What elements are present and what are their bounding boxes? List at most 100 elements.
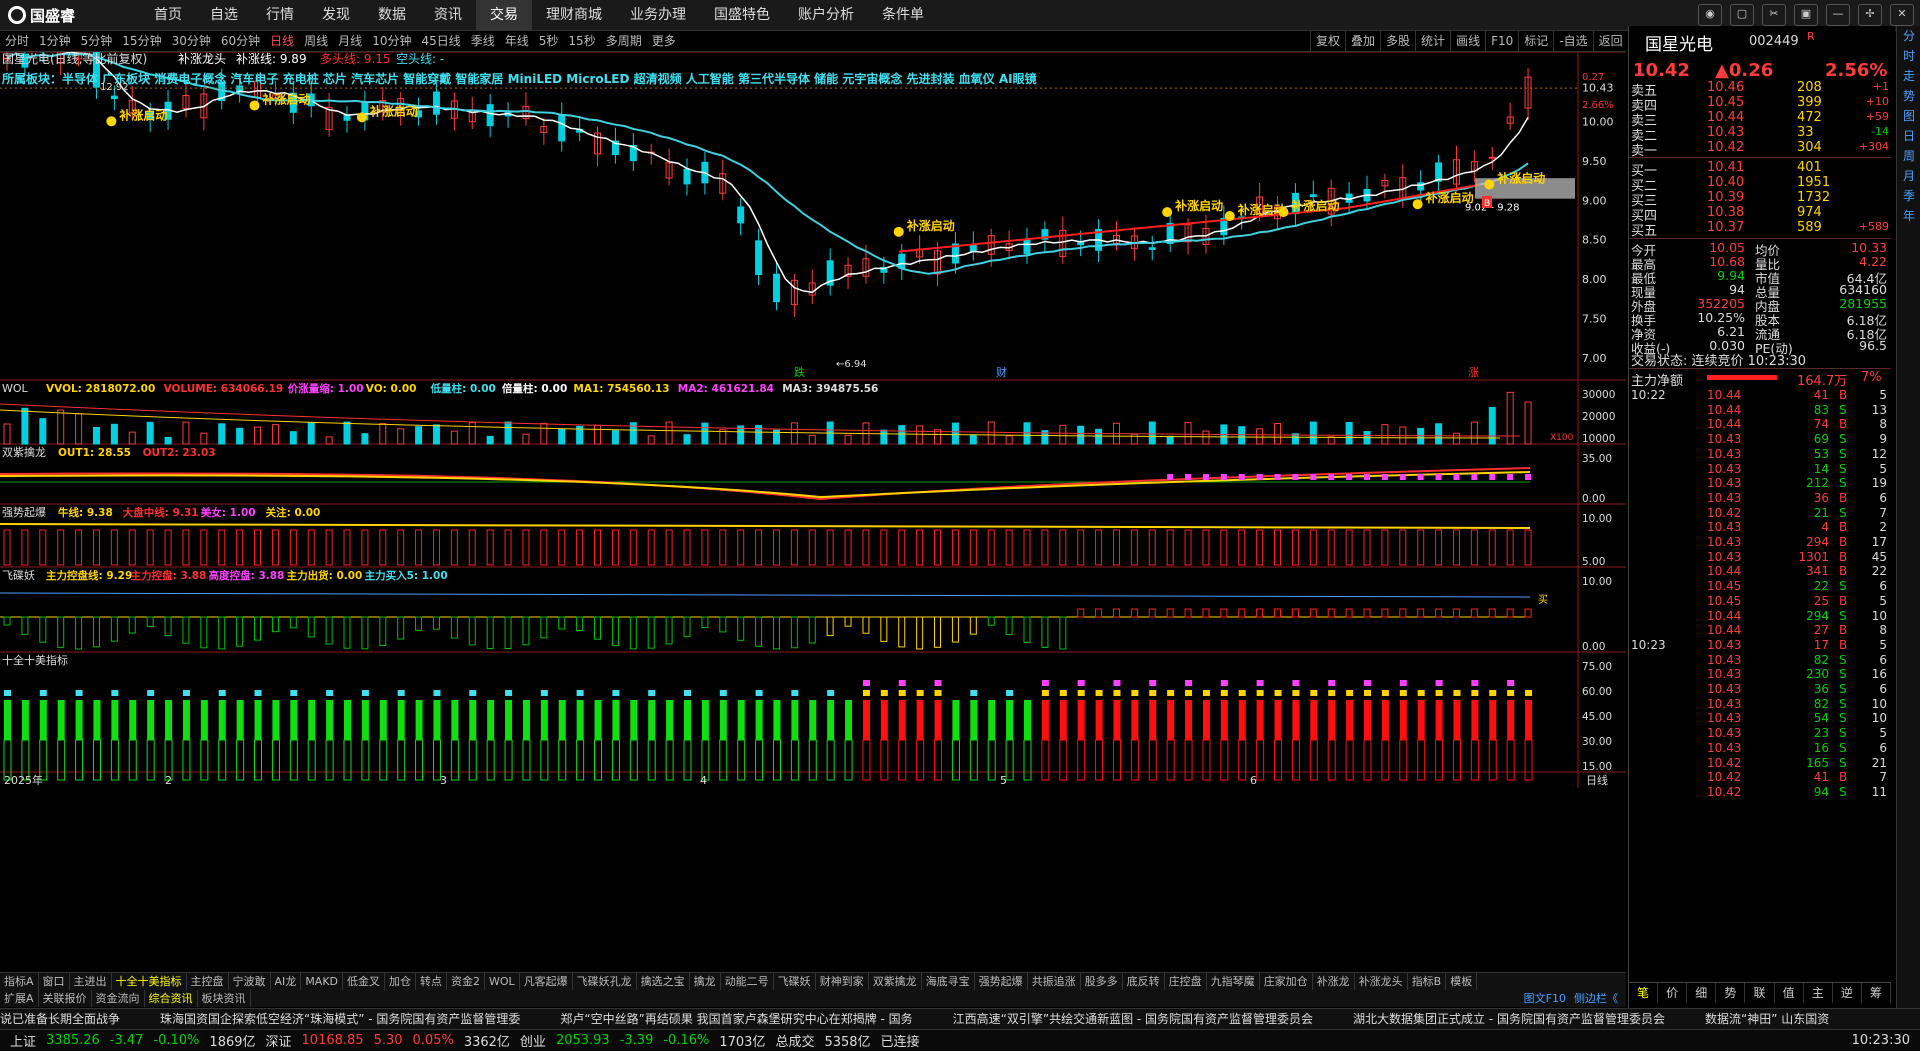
- chart-tool-button[interactable]: -自选: [1553, 31, 1592, 51]
- nav-item[interactable]: 行情: [252, 0, 308, 30]
- period-tab[interactable]: 30分钟: [167, 31, 216, 51]
- indicator-tab[interactable]: 窗口: [39, 973, 70, 991]
- period-tab[interactable]: 15秒: [563, 31, 600, 51]
- indicator-tab[interactable]: 擒龙: [690, 973, 721, 991]
- period-tab[interactable]: 日线: [265, 31, 299, 51]
- nav-item[interactable]: 理财商城: [532, 0, 616, 30]
- side-tool[interactable]: 势: [1897, 86, 1920, 106]
- indicator-tab[interactable]: 加仓: [385, 973, 417, 991]
- period-tab[interactable]: 60分钟: [216, 31, 265, 51]
- indicator-tab[interactable]: 补涨龙头: [1355, 973, 1408, 991]
- tick-tab[interactable]: 势: [1716, 983, 1746, 1003]
- indicator-tab[interactable]: 补涨龙: [1313, 973, 1355, 991]
- indicator-tab[interactable]: 九指琴魔: [1207, 973, 1260, 991]
- chart-tool-button[interactable]: 叠加: [1345, 31, 1380, 51]
- period-tab[interactable]: 多周期: [601, 31, 647, 51]
- period-tab[interactable]: 5秒: [534, 31, 564, 51]
- side-tool[interactable]: 季: [1897, 186, 1920, 206]
- indicator-tab[interactable]: 飞碟妖孔龙: [573, 973, 637, 991]
- right-bottom-tab[interactable]: 侧边栏《: [1570, 990, 1622, 1007]
- right-bottom-tab[interactable]: 图文F10: [1520, 990, 1570, 1007]
- minimize-icon[interactable]: —: [1826, 4, 1850, 26]
- period-tab[interactable]: 10分钟: [367, 31, 416, 51]
- tick-tab[interactable]: 主: [1804, 983, 1833, 1003]
- chart-tool-button[interactable]: 多股: [1380, 31, 1415, 51]
- tick-tab[interactable]: 笔: [1629, 983, 1659, 1003]
- tick-tab[interactable]: 逆: [1833, 983, 1862, 1003]
- sub-tab[interactable]: 资金流向: [92, 990, 145, 1007]
- chart-tool-button[interactable]: 画线: [1450, 31, 1485, 51]
- maximize-icon[interactable]: ✢: [1858, 4, 1882, 26]
- indicator-tab[interactable]: 凡客起爆: [520, 973, 573, 991]
- indicator-tab[interactable]: 海底寻宝: [922, 973, 975, 991]
- nav-item[interactable]: 条件单: [868, 0, 938, 30]
- side-tool[interactable]: 时: [1897, 46, 1920, 66]
- sub-tab[interactable]: 综合资讯: [145, 990, 198, 1007]
- period-tab[interactable]: 季线: [466, 31, 500, 51]
- close-icon[interactable]: ✕: [1890, 4, 1914, 26]
- indicator-tab[interactable]: 飞碟妖: [774, 973, 816, 991]
- chart-tool-button[interactable]: 返回: [1592, 31, 1628, 51]
- period-tab[interactable]: 更多: [647, 31, 681, 51]
- tick-tab[interactable]: 联: [1745, 983, 1775, 1003]
- message-icon[interactable]: ◉: [1698, 4, 1722, 26]
- side-tool[interactable]: 分: [1897, 26, 1920, 46]
- news-item[interactable]: 湖北大数据集团正式成立 - 国务院国有资产监督管理委员会: [1353, 1009, 1665, 1029]
- chart-tool-button[interactable]: 复权: [1310, 31, 1345, 51]
- indicator-tab[interactable]: 模板: [1446, 973, 1478, 991]
- indicator-tab[interactable]: 资金2: [447, 973, 486, 991]
- nav-item[interactable]: 发现: [308, 0, 364, 30]
- chart-tool-button[interactable]: 标记: [1518, 31, 1553, 51]
- indicator-tab[interactable]: 转点: [416, 973, 448, 991]
- sub-tab[interactable]: 板块资讯: [198, 990, 251, 1007]
- nav-item[interactable]: 自选: [196, 0, 252, 30]
- indicator-tab[interactable]: 低金叉: [343, 973, 386, 991]
- nav-item[interactable]: 资讯: [420, 0, 476, 30]
- side-tool[interactable]: 走: [1897, 66, 1920, 86]
- skin-icon[interactable]: ▣: [1794, 4, 1818, 26]
- indicator-tab[interactable]: 共振追涨: [1028, 973, 1081, 991]
- indicator-tab[interactable]: 十全十美指标: [112, 973, 187, 991]
- side-tool[interactable]: 周: [1897, 146, 1920, 166]
- news-item[interactable]: 郑卢“空中丝路”再结硕果 我国首家卢森堡研究中心在郑揭牌 - 国务: [560, 1009, 912, 1029]
- indicator-tab[interactable]: 强势起爆: [975, 973, 1028, 991]
- period-tab[interactable]: 分时: [0, 31, 34, 51]
- indicator-tab[interactable]: MAKD: [301, 973, 344, 991]
- indicator-tab[interactable]: 主进出: [70, 973, 112, 991]
- sub-tab[interactable]: 关联报价: [39, 990, 92, 1007]
- nav-item[interactable]: 首页: [140, 0, 196, 30]
- indicator-tab[interactable]: 指标B: [1408, 973, 1447, 991]
- nav-item[interactable]: 账户分析: [784, 0, 868, 30]
- chat-icon[interactable]: ▢: [1730, 4, 1754, 26]
- side-tool[interactable]: 年: [1897, 206, 1920, 226]
- period-tab[interactable]: 45日线: [416, 31, 465, 51]
- period-tab[interactable]: 周线: [299, 31, 333, 51]
- indicator-tab[interactable]: 庄家加仓: [1260, 973, 1313, 991]
- indicator-tab[interactable]: 擒选之宝: [637, 973, 690, 991]
- tick-tab[interactable]: 筹: [1862, 983, 1891, 1003]
- nav-item[interactable]: 数据: [364, 0, 420, 30]
- tick-tab[interactable]: 细: [1687, 983, 1717, 1003]
- indicator-tab[interactable]: WOL: [485, 973, 520, 991]
- kline-chart[interactable]: 9.02 - 9.28补涨启动补涨启动补涨启动补涨启动补涨启动 补涨启动 补涨启动补…: [0, 33, 1626, 972]
- nav-item[interactable]: 国盛特色: [700, 0, 784, 30]
- indicator-tab[interactable]: 股多多: [1081, 973, 1123, 991]
- tick-tab[interactable]: 值: [1775, 983, 1804, 1003]
- news-item[interactable]: 说已准备长期全面战争: [0, 1009, 120, 1029]
- indicator-tab[interactable]: 指标A: [0, 973, 39, 991]
- side-tool[interactable]: 月: [1897, 166, 1920, 186]
- news-item[interactable]: 珠海国资国企探索低空经济“珠海模式” - 国务院国有资产监督管理委: [160, 1009, 520, 1029]
- period-tab[interactable]: 5分钟: [76, 31, 118, 51]
- period-tab[interactable]: 15分钟: [117, 31, 166, 51]
- indicator-tab[interactable]: 底反转: [1123, 973, 1165, 991]
- indicator-tab[interactable]: 主控盘: [187, 973, 229, 991]
- indicator-tab[interactable]: 动能二号: [721, 973, 774, 991]
- indicator-tab[interactable]: 庄控盘: [1165, 973, 1207, 991]
- side-tool[interactable]: 日: [1897, 126, 1920, 146]
- indicator-tab[interactable]: 财神到家: [816, 973, 869, 991]
- indicator-tab[interactable]: AI龙: [271, 973, 302, 991]
- side-tool[interactable]: 图: [1897, 106, 1920, 126]
- chart-tool-button[interactable]: F10: [1485, 31, 1518, 51]
- tick-tab[interactable]: 价: [1658, 983, 1688, 1003]
- news-item[interactable]: 数据流“神田” 山东国资: [1705, 1009, 1829, 1029]
